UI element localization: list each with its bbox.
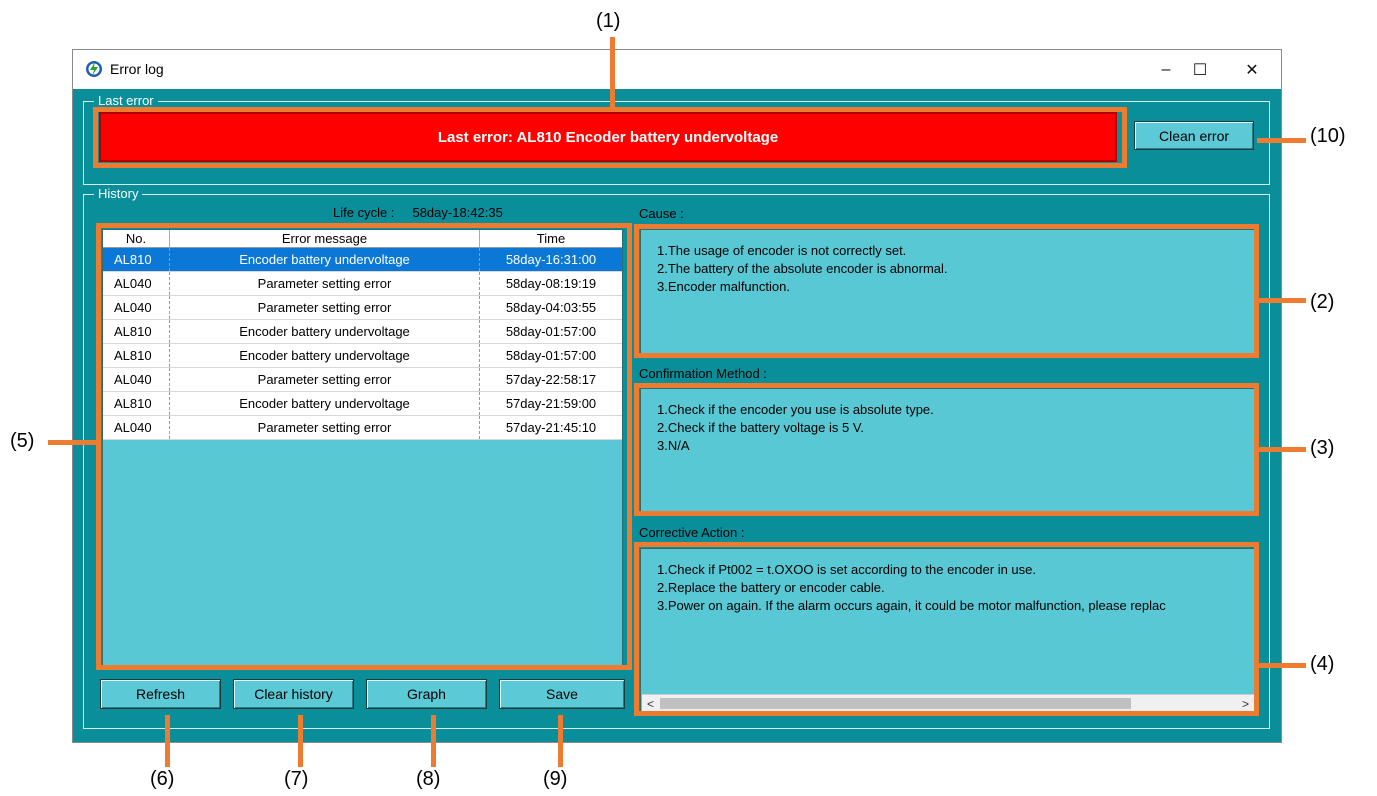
cell-no: AL040 [103,368,170,391]
cell-no: AL040 [103,416,170,439]
last-error-group-label: Last error [94,93,158,108]
error-history-table[interactable]: No. Error message Time AL810 Encoder batt… [102,229,623,666]
connector-7 [298,715,303,767]
cause-line: 2.The battery of the absolute encoder is… [657,261,948,276]
connector-10 [1257,138,1306,143]
connector-5 [48,440,98,445]
callout-8: (8) [416,768,441,790]
cause-line: 1.The usage of encoder is not correctly … [657,243,907,258]
callout-6: (6) [150,768,175,790]
table-row[interactable]: AL810 Encoder battery undervoltage 58day-1… [103,248,622,272]
table-row[interactable]: AL810 Encoder battery undervoltage 58day-0… [103,320,622,344]
connector-1 [610,37,615,108]
history-group-label: History [94,186,143,201]
callout-3: (3) [1310,437,1335,459]
cell-error-message: Encoder battery undervoltage [170,344,480,367]
table-header: No. Error message Time [103,230,622,248]
cell-no: AL810 [103,248,170,271]
confirmation-line: 2.Check if the battery voltage is 5 V. [657,420,864,435]
save-button[interactable]: Save [499,679,625,709]
app-logo-icon [86,61,102,77]
cause-line: 3.Encoder malfunction. [657,279,790,294]
callout-9: (9) [543,768,568,790]
cell-error-message: Encoder battery undervoltage [170,320,480,343]
clear-history-button[interactable]: Clear history [233,679,354,709]
cell-no: AL810 [103,344,170,367]
cell-error-message: Encoder battery undervoltage [170,392,480,415]
table-row[interactable]: AL040 Parameter setting error 58day-08:19:… [103,272,622,296]
cell-error-message: Parameter setting error [170,416,480,439]
cell-time: 57day-21:45:10 [505,420,597,435]
table-row[interactable]: AL040 Parameter setting error 57day-22:58:… [103,368,622,392]
horizontal-scrollbar[interactable]: < > [642,694,1254,712]
column-header-time[interactable]: Time [480,230,622,247]
connector-6 [165,715,170,767]
callout-4: (4) [1310,653,1335,675]
life-cycle-readout: Life cycle : 58day-18:42:35 [333,205,503,220]
cell-no: AL810 [103,320,170,343]
last-error-banner: Last error: AL810 Encoder battery underv… [99,112,1117,162]
cell-time: 57day-21:59:00 [505,396,597,411]
cell-error-message: Parameter setting error [170,296,480,319]
column-header-error-message[interactable]: Error message [170,230,480,247]
table-row[interactable]: AL810 Encoder battery undervoltage 57day-2… [103,392,622,416]
callout-2: (2) [1310,291,1335,313]
close-button[interactable]: ✕ [1229,50,1275,89]
connector-3 [1257,447,1306,452]
cell-error-message: Parameter setting error [170,272,480,295]
column-header-no[interactable]: No. [103,230,170,247]
confirmation-method-panel: 1.Check if the encoder you use is absolu… [640,388,1256,513]
cell-no: AL810 [103,392,170,415]
connector-9 [558,715,563,767]
title-bar: Error log – ☐ ✕ [73,50,1281,89]
cell-time: 58day-01:57:00 [505,348,597,363]
cell-time: 58day-08:19:19 [505,276,597,291]
cell-time: 58day-01:57:00 [505,324,597,339]
callout-5: (5) [10,430,35,452]
confirmation-line: 3.N/A [657,438,690,453]
corrective-line: 1.Check if Pt002 = t.OXOO is set accordi… [657,562,1037,577]
maximize-button[interactable]: ☐ [1177,50,1223,89]
error-log-window: Error log – ☐ ✕ Last error Last error: A… [72,49,1282,743]
cause-panel: 1.The usage of encoder is not correctly … [640,229,1256,355]
scroll-thumb[interactable] [660,698,1131,709]
corrective-action-panel: 1.Check if Pt002 = t.OXOO is set accordi… [640,548,1256,714]
confirmation-method-label: Confirmation Method : [639,366,767,381]
table-row[interactable]: AL040 Parameter setting error 58day-04:03:… [103,296,622,320]
window-title: Error log [110,61,164,77]
cell-error-message: Parameter setting error [170,368,480,391]
table-row[interactable]: AL810 Encoder battery undervoltage 58day-0… [103,344,622,368]
table-row[interactable]: AL040 Parameter setting error 57day-21:45:… [103,416,622,440]
cell-no: AL040 [103,296,170,319]
clean-error-button[interactable]: Clean error [1134,121,1254,150]
cell-time: 58day-16:31:00 [505,252,597,267]
corrective-line: 3.Power on again. If the alarm occurs ag… [657,598,1166,613]
connector-2 [1257,298,1306,303]
cell-no: AL040 [103,272,170,295]
graph-button[interactable]: Graph [366,679,487,709]
scroll-left-arrow[interactable]: < [642,695,659,712]
corrective-line: 2.Replace the battery or encoder cable. [657,580,885,595]
callout-1: (1) [596,10,621,32]
table-body: AL810 Encoder battery undervoltage 58day-1… [103,248,622,440]
scroll-right-arrow[interactable]: > [1237,695,1254,712]
connector-8 [431,715,436,767]
cause-label: Cause : [639,206,684,221]
confirmation-line: 1.Check if the encoder you use is absolu… [657,402,934,417]
connector-4 [1257,663,1306,668]
cell-error-message: Encoder battery undervoltage [170,248,480,271]
cell-time: 57day-22:58:17 [505,372,597,387]
corrective-action-label: Corrective Action : [639,525,745,540]
cell-time: 58day-04:03:55 [505,300,597,315]
refresh-button[interactable]: Refresh [100,679,221,709]
callout-10: (10) [1310,125,1346,147]
callout-7: (7) [284,768,309,790]
